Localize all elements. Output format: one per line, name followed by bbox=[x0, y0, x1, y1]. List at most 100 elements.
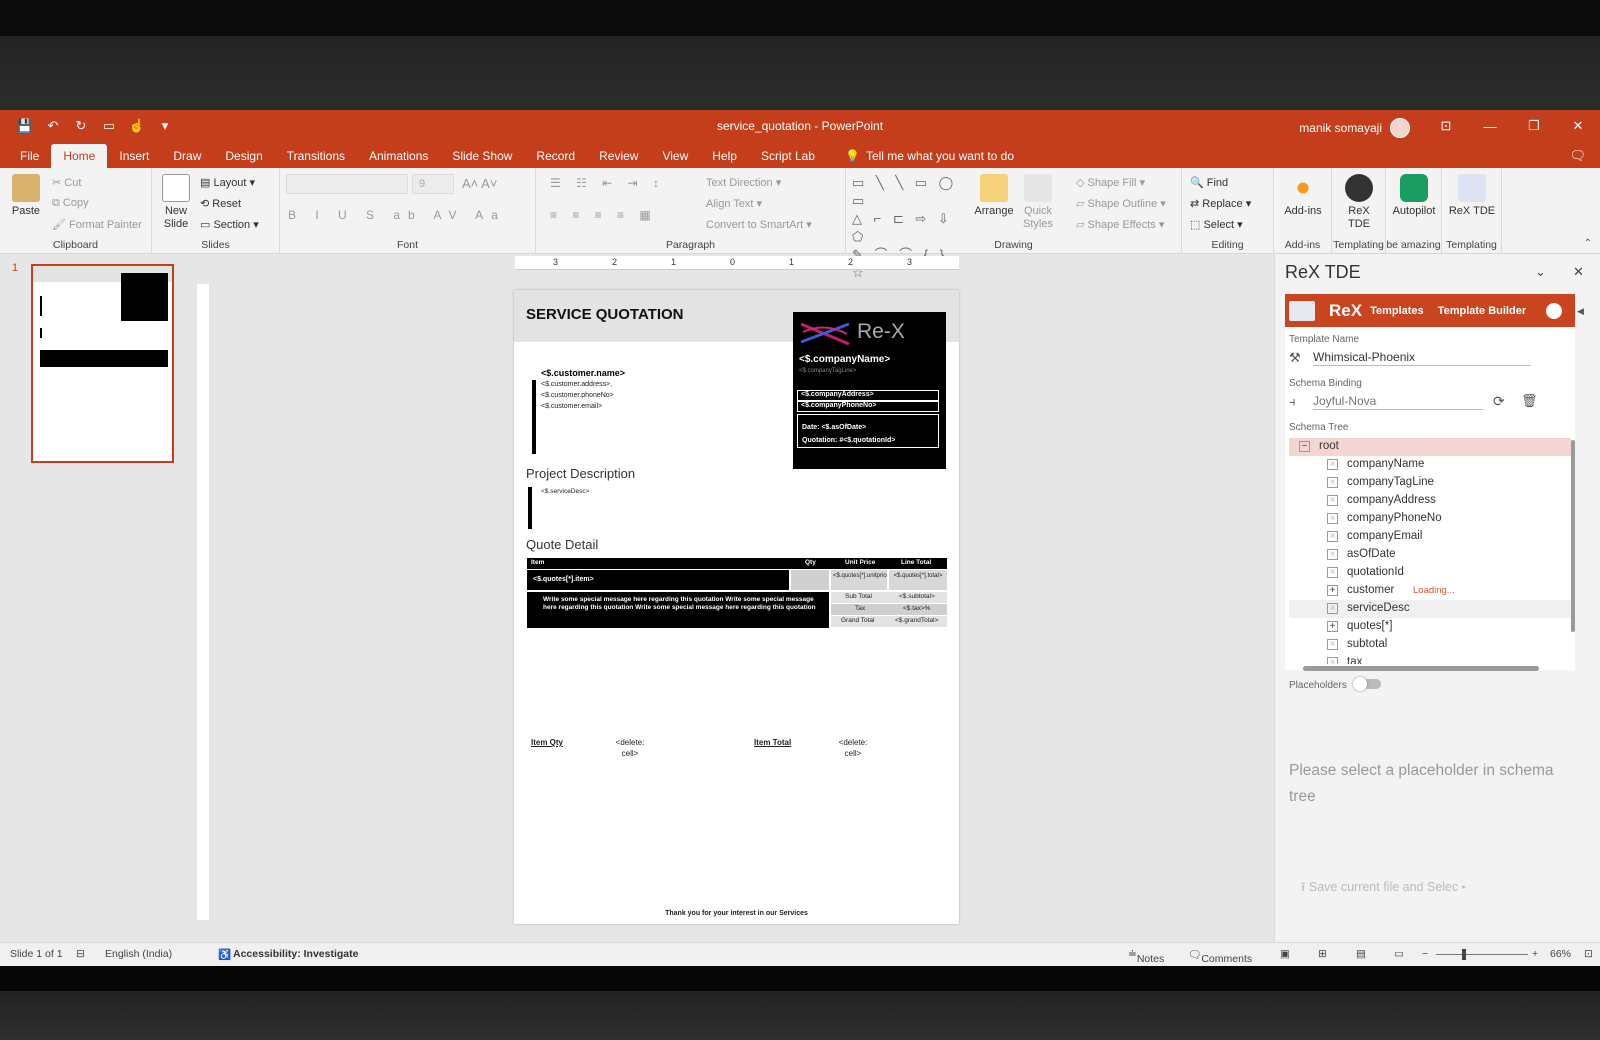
tab-review[interactable]: Review bbox=[587, 144, 650, 168]
tab-insert[interactable]: Insert bbox=[107, 144, 161, 168]
section-button[interactable]: ▭ Section ▾ bbox=[200, 218, 259, 231]
new-slide-button[interactable]: New Slide bbox=[158, 174, 194, 231]
ribbon-display-icon[interactable]: ⊡ bbox=[1424, 110, 1468, 142]
tree-item-companyname[interactable]: × companyName bbox=[1289, 456, 1571, 474]
save-current-file-button[interactable]: ⭱ Save current file and Selec ▸ bbox=[1301, 878, 1466, 899]
touch-mode-icon[interactable]: ☝ bbox=[126, 116, 148, 136]
close-icon[interactable]: ✕ bbox=[1556, 110, 1600, 142]
refresh-icon[interactable]: ⟳ bbox=[1493, 393, 1505, 410]
notes-button[interactable]: ≐ Notes bbox=[1128, 948, 1164, 965]
customer-name[interactable]: <$.customer.name> bbox=[541, 368, 625, 378]
copy-button[interactable]: ⧉ Copy bbox=[52, 197, 89, 210]
add-ins-button[interactable]: Add-ins bbox=[1278, 174, 1328, 218]
font-size-field[interactable]: 9 bbox=[412, 174, 454, 194]
format-painter-button[interactable]: 🖌 Format Painter bbox=[52, 218, 142, 231]
slide-thumbnail[interactable] bbox=[31, 264, 174, 463]
customer-email[interactable]: <$.customer.email> bbox=[541, 403, 602, 410]
customer-address[interactable]: <$.customer.address>, bbox=[541, 381, 612, 388]
rex-tde-button[interactable]: ReX TDE bbox=[1336, 174, 1382, 231]
collapse-icon[interactable]: − bbox=[1299, 441, 1310, 452]
schema-binding-input[interactable] bbox=[1313, 392, 1483, 410]
pane-close-icon[interactable]: ✕ bbox=[1573, 264, 1584, 280]
customer-phone[interactable]: <$.customer.phoneNo> bbox=[541, 392, 614, 399]
normal-view-icon[interactable]: ▣ bbox=[1280, 948, 1290, 960]
reading-view-icon[interactable]: ▤ bbox=[1356, 948, 1366, 960]
font-name-field[interactable] bbox=[286, 174, 408, 194]
expand-icon[interactable]: + bbox=[1327, 585, 1338, 596]
zoom-in-icon[interactable]: + bbox=[1532, 948, 1538, 960]
replace-button[interactable]: ⇄ Replace ▾ bbox=[1190, 197, 1251, 210]
tab-script-lab[interactable]: Script Lab bbox=[749, 144, 827, 168]
tab-transitions[interactable]: Transitions bbox=[275, 144, 357, 168]
customize-qat-icon[interactable]: ▾ bbox=[154, 116, 176, 136]
slide-sorter-icon[interactable]: ⊞ bbox=[1318, 948, 1327, 960]
accessibility-status[interactable]: Accessibility: Investigate bbox=[233, 948, 358, 960]
quote-table[interactable]: Item Qty Unit Price Line Total <$.quotes… bbox=[527, 558, 947, 628]
expand-icon[interactable]: + bbox=[1327, 621, 1338, 632]
templates-link[interactable]: Templates bbox=[1370, 305, 1424, 317]
project-heading[interactable]: Project Description bbox=[526, 466, 635, 481]
user-account[interactable]: manik somayaji bbox=[1299, 118, 1410, 138]
tab-home[interactable]: Home bbox=[51, 144, 108, 168]
language-indicator[interactable]: English (India) bbox=[105, 948, 172, 960]
tab-draw[interactable]: Draw bbox=[161, 144, 213, 168]
rex-tde-button-2[interactable]: ReX TDE bbox=[1446, 174, 1498, 218]
tab-view[interactable]: View bbox=[650, 144, 700, 168]
pane-options-icon[interactable]: ⌄ bbox=[1535, 264, 1546, 280]
delete-cell-2[interactable]: <delete: cell> bbox=[833, 737, 873, 759]
account-icon[interactable] bbox=[1546, 302, 1563, 319]
select-button[interactable]: ⬚ Select ▾ bbox=[1190, 218, 1243, 231]
slideshow-view-icon[interactable]: ▭ bbox=[1394, 948, 1404, 960]
tree-item-asofdate[interactable]: × asOfDate bbox=[1289, 546, 1571, 564]
item-qty-label[interactable]: Item Qty bbox=[531, 738, 563, 747]
collapse-arrow-icon[interactable]: ◀ bbox=[1577, 306, 1584, 317]
placeholders-toggle[interactable] bbox=[1353, 677, 1381, 691]
tree-item-quotes[interactable]: + quotes[*] bbox=[1289, 618, 1571, 636]
align-buttons[interactable]: ≡ ≡ ≡ ≡ ▦ bbox=[550, 208, 657, 222]
tree-item-companyaddress[interactable]: × companyAddress bbox=[1289, 492, 1571, 510]
font-style-buttons[interactable]: B I U S ab AV Aa bbox=[288, 208, 506, 222]
collapse-ribbon-icon[interactable]: ⌃ bbox=[1584, 238, 1592, 249]
tree-item-companytagline[interactable]: × companyTagLine bbox=[1289, 474, 1571, 492]
quick-styles-button[interactable]: Quick Styles bbox=[1018, 174, 1058, 231]
quote-heading[interactable]: Quote Detail bbox=[526, 537, 598, 552]
shape-effects-button[interactable]: ▱ Shape Effects ▾ bbox=[1076, 218, 1164, 231]
undo-icon[interactable]: ↶ bbox=[42, 116, 64, 136]
tree-item-tax[interactable]: × tax bbox=[1289, 654, 1571, 664]
autopilot-button[interactable]: Autopilot bbox=[1390, 174, 1438, 218]
template-name-field[interactable]: Whimsical-Phoenix bbox=[1313, 348, 1531, 366]
present-icon[interactable]: ▭ bbox=[98, 116, 120, 136]
tree-item-quotationid[interactable]: × quotationId bbox=[1289, 564, 1571, 582]
shape-fill-button[interactable]: ◇ Shape Fill ▾ bbox=[1076, 176, 1145, 189]
tree-item-companyemail[interactable]: × companyEmail bbox=[1289, 528, 1571, 546]
reset-button[interactable]: ⟲ Reset bbox=[200, 197, 241, 210]
slide-title[interactable]: SERVICE QUOTATION bbox=[526, 306, 684, 323]
comments-button[interactable]: 🗨 Comments bbox=[1188, 948, 1252, 965]
zoom-thumb[interactable] bbox=[1462, 949, 1466, 960]
shape-outline-button[interactable]: ▱ Shape Outline ▾ bbox=[1076, 197, 1166, 210]
grow-font-icon[interactable]: A˄ A˅ bbox=[462, 176, 497, 191]
service-desc[interactable]: <$.serviceDesc> bbox=[541, 488, 589, 495]
slide-footer[interactable]: Thank you for your interest in our Servi… bbox=[514, 910, 959, 917]
align-text-button[interactable]: Align Text ▾ bbox=[706, 197, 762, 210]
text-direction-button[interactable]: Text Direction ▾ bbox=[706, 176, 781, 189]
restore-icon[interactable]: ❐ bbox=[1512, 110, 1556, 142]
slide-canvas[interactable]: SERVICE QUOTATION Re-X <$.companyName> <… bbox=[514, 290, 959, 924]
template-builder-link[interactable]: Template Builder bbox=[1438, 305, 1526, 317]
redo-icon[interactable]: ↻ bbox=[70, 116, 92, 136]
company-box[interactable]: Re-X <$.companyName> <$.companyTagLine> … bbox=[793, 312, 946, 469]
zoom-out-icon[interactable]: − bbox=[1422, 948, 1428, 960]
tab-slide-show[interactable]: Slide Show bbox=[440, 144, 524, 168]
item-total-label[interactable]: Item Total bbox=[754, 738, 791, 747]
arrange-button[interactable]: Arrange bbox=[974, 174, 1014, 218]
comments-toggle-icon[interactable]: 🗨 bbox=[1569, 148, 1586, 164]
tree-vertical-scrollbar[interactable] bbox=[1571, 440, 1575, 632]
delete-cell-1[interactable]: <delete: cell> bbox=[610, 737, 650, 759]
tab-record[interactable]: Record bbox=[524, 144, 587, 168]
paste-button[interactable]: Paste bbox=[8, 174, 44, 218]
find-button[interactable]: 🔍 Find bbox=[1190, 176, 1228, 189]
delete-icon[interactable]: 🗑 bbox=[1521, 393, 1538, 409]
shapes-gallery[interactable]: ▭ ╲ ╲ ▭ ◯ ▭ △ ⌐ ⊏ ⇨ ⇩ ⬠ ✎ ⌒ ⌒ { } ☆ bbox=[852, 174, 968, 280]
tree-horizontal-scrollbar[interactable] bbox=[1303, 666, 1539, 671]
zoom-level[interactable]: 66% bbox=[1550, 948, 1571, 960]
